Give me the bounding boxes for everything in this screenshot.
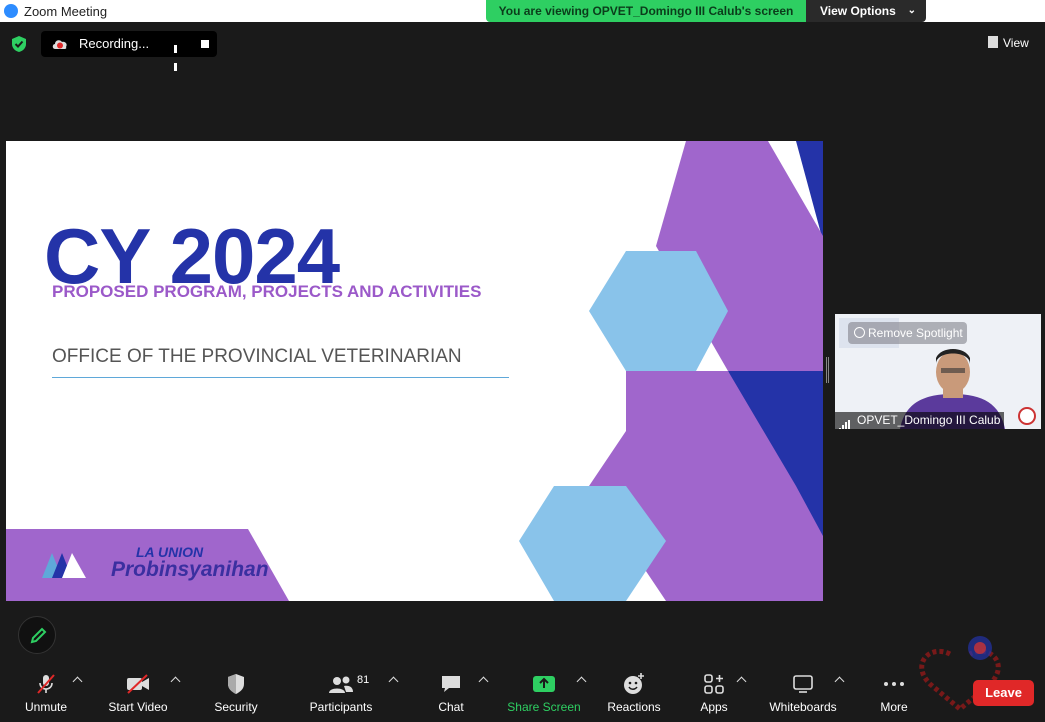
remove-spotlight-label: Remove Spotlight <box>868 326 963 340</box>
slide-divider-line <box>52 377 509 378</box>
reactions-button[interactable]: Reactions <box>602 664 666 722</box>
brand-probinsyanihan: Probinsyanihan <box>111 558 269 581</box>
shield-icon[interactable] <box>10 35 28 53</box>
microphone-muted-icon <box>37 674 55 694</box>
window-title: Zoom Meeting <box>24 4 108 19</box>
slide-subtitle: PROPOSED PROGRAM, PROJECTS AND ACTIVITIE… <box>52 282 482 301</box>
participants-options-caret[interactable] <box>388 676 399 687</box>
recording-label: Recording... <box>79 36 150 51</box>
whiteboards-label: Whiteboards <box>769 700 837 714</box>
unmute-button[interactable]: Unmute <box>16 664 76 722</box>
whiteboards-button[interactable]: Whiteboards <box>764 664 842 722</box>
apps-grid-icon <box>704 674 724 694</box>
whiteboard-icon <box>793 675 813 693</box>
apps-options-caret[interactable] <box>736 676 747 687</box>
share-screen-icon <box>533 676 555 692</box>
view-options-button[interactable]: View Options ⌄ <box>806 0 926 22</box>
start-video-button[interactable]: Start Video <box>104 664 172 722</box>
view-label: View <box>1003 36 1029 50</box>
leave-button[interactable]: Leave <box>973 680 1034 706</box>
chevron-down-icon: ⌄ <box>907 5 916 16</box>
share-screen-label: Share Screen <box>507 700 581 714</box>
recording-indicator: Recording... <box>41 31 217 71</box>
viewing-screen-banner: You are viewing OPVET_Domingo III Calub'… <box>486 0 806 22</box>
pause-recording-icon[interactable] <box>174 40 182 71</box>
participants-label: Participants <box>309 700 373 714</box>
slide-office-title: OFFICE OF THE PROVINCIAL VETERINARIAN <box>52 346 462 367</box>
chat-button[interactable]: Chat <box>426 664 476 722</box>
view-options-label: View Options <box>820 4 896 18</box>
unmute-label: Unmute <box>24 700 68 714</box>
zoom-app-icon <box>4 4 18 18</box>
security-button[interactable]: Security <box>205 664 267 722</box>
participant-video-thumbnail[interactable]: Remove Spotlight OPVET_Domingo III Calub <box>835 314 1041 429</box>
start-video-label: Start Video <box>108 700 168 714</box>
participants-count: 81 <box>357 674 370 686</box>
video-options-caret[interactable] <box>170 676 181 687</box>
view-icon <box>988 36 998 48</box>
more-dots-icon <box>884 682 904 686</box>
shared-screen-slide: CY 2024 PROPOSED PROGRAM, PROJECTS AND A… <box>6 141 823 601</box>
apps-label: Apps <box>700 700 728 714</box>
split-view-divider-handle[interactable] <box>826 357 829 383</box>
participants-button[interactable]: Participants <box>306 664 376 722</box>
pencil-icon <box>30 627 47 644</box>
apps-button[interactable]: Apps <box>690 664 738 722</box>
reactions-label: Reactions <box>607 700 661 714</box>
chat-options-caret[interactable] <box>478 676 489 687</box>
participant-name: OPVET_Domingo III Calub <box>857 413 1001 427</box>
spotlight-pin-icon <box>854 327 865 338</box>
meeting-toolbar: Unmute Start Video Security Participants… <box>0 664 1045 722</box>
reactions-smiley-icon <box>624 673 644 694</box>
participant-name-tag: OPVET_Domingo III Calub <box>835 412 1005 429</box>
annotate-button[interactable] <box>18 616 56 654</box>
chat-bubble-icon <box>442 676 460 692</box>
view-button[interactable]: View <box>988 36 1029 50</box>
signal-strength-icon <box>839 415 851 429</box>
remove-spotlight-button[interactable]: Remove Spotlight <box>848 322 967 344</box>
participants-icon <box>329 676 353 693</box>
chat-label: Chat <box>438 700 464 714</box>
video-off-icon <box>127 674 149 694</box>
cloud-record-icon <box>52 40 67 49</box>
slide-hexagon-decoration <box>6 141 823 601</box>
share-screen-button[interactable]: Share Screen <box>506 664 582 722</box>
security-label: Security <box>214 700 258 714</box>
stop-recording-icon[interactable] <box>201 40 209 48</box>
security-shield-icon <box>228 674 244 694</box>
